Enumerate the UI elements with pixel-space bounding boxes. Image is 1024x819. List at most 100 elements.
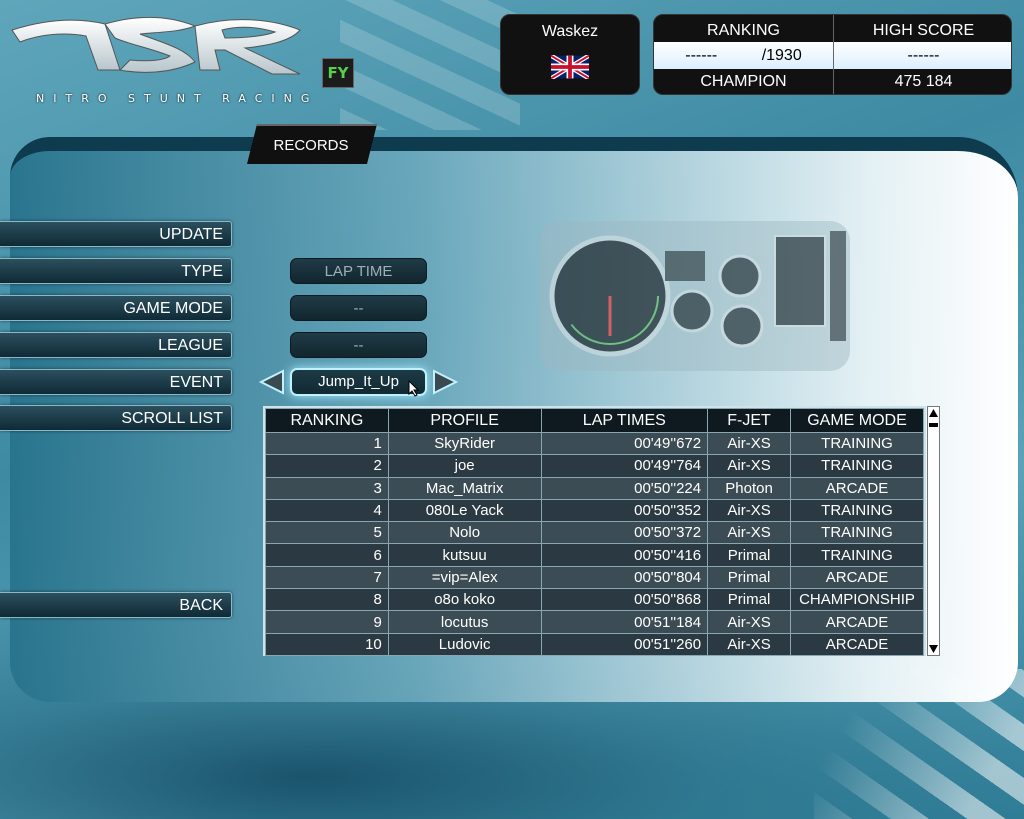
cell-lap-time: 00'49''764 — [540, 454, 709, 478]
cell-f-jet: Photon — [707, 476, 791, 500]
table-row[interactable]: 7 =vip=Alex 00'50''804 Primal ARCADE — [265, 565, 924, 590]
player-panel: Waskez — [500, 14, 640, 95]
cell-game-mode: ARCADE — [790, 476, 924, 500]
uk-flag-icon — [551, 55, 589, 79]
table-header-row: RANKING PROFILE LAP TIMES F-JET GAME MOD… — [265, 408, 924, 433]
cell-ranking: 10 — [265, 632, 389, 656]
cell-game-mode: TRAINING — [790, 498, 924, 523]
mouse-cursor-icon — [408, 380, 420, 397]
cell-game-mode: TRAINING — [790, 543, 924, 567]
cell-ranking: 3 — [265, 476, 389, 500]
ranking-value: ------ /1930 — [685, 47, 802, 64]
player-name: Waskez — [541, 23, 599, 40]
score-divider — [833, 15, 834, 94]
cell-ranking: 7 — [265, 565, 389, 590]
cell-profile: joe — [387, 454, 542, 478]
cell-f-jet: Air-XS — [707, 610, 791, 634]
table-row[interactable]: 4 080Le Yack 00'50''352 Air-XS TRAINING — [265, 498, 924, 523]
cell-profile: SkyRider — [387, 431, 542, 456]
cell-lap-time: 00'49''672 — [540, 431, 709, 456]
cell-profile: locutus — [387, 610, 542, 634]
cell-game-mode: TRAINING — [790, 521, 924, 545]
ranking-label: RANKING — [707, 22, 780, 39]
table-row[interactable]: 3 Mac_Matrix 00'50''224 Photon ARCADE — [265, 476, 924, 500]
type-button[interactable]: TYPE — [0, 258, 232, 284]
tab-records-label: RECORDS — [273, 137, 350, 154]
logo-subtitle: NITRO STUNT RACING — [36, 92, 319, 105]
cell-profile: 080Le Yack — [387, 498, 542, 523]
tab-records[interactable]: RECORDS — [247, 124, 377, 164]
cell-lap-time: 00'50''352 — [540, 498, 709, 523]
game-mode-value[interactable]: -- — [290, 295, 427, 321]
event-next-arrow-icon[interactable] — [431, 369, 459, 395]
column-header-lap-times[interactable]: LAP TIMES — [540, 408, 709, 433]
cell-ranking: 4 — [265, 498, 389, 523]
cell-lap-time: 00'50''804 — [540, 565, 709, 590]
cell-lap-time: 00'50''224 — [540, 476, 709, 500]
table-row[interactable]: 8 o8o koko 00'50''868 Primal CHAMPIONSHI… — [265, 588, 924, 612]
cell-profile: =vip=Alex — [387, 565, 542, 590]
cell-f-jet: Air-XS — [707, 498, 791, 523]
cell-f-jet: Air-XS — [707, 632, 791, 656]
cell-profile: o8o koko — [387, 588, 542, 612]
column-header-f-jet[interactable]: F-JET — [707, 408, 791, 433]
column-header-ranking[interactable]: RANKING — [265, 408, 389, 433]
cell-lap-time: 00'51''260 — [540, 632, 709, 656]
table-row[interactable]: 6 kutsuu 00'50''416 Primal TRAINING — [265, 543, 924, 567]
cell-game-mode: TRAINING — [790, 431, 924, 456]
cell-game-mode: TRAINING — [790, 454, 924, 478]
records-table: RANKING PROFILE LAP TIMES F-JET GAME MOD… — [263, 406, 926, 656]
cell-profile: kutsuu — [387, 543, 542, 567]
cell-game-mode: ARCADE — [790, 632, 924, 656]
cell-ranking: 8 — [265, 588, 389, 612]
cell-ranking: 2 — [265, 454, 389, 478]
cell-lap-time: 00'50''372 — [540, 521, 709, 545]
scroll-up-arrow-icon[interactable] — [928, 407, 939, 421]
event-value[interactable]: Jump_It_Up — [290, 368, 427, 396]
table-row[interactable]: 5 Nolo 00'50''372 Air-XS TRAINING — [265, 521, 924, 545]
scroll-down-arrow-icon[interactable] — [928, 641, 939, 655]
column-header-profile[interactable]: PROFILE — [387, 408, 542, 433]
league-value[interactable]: -- — [290, 332, 427, 358]
table-row[interactable]: 10 Ludovic 00'51''260 Air-XS ARCADE — [265, 632, 924, 656]
cell-f-jet: Primal — [707, 543, 791, 567]
cell-game-mode: CHAMPIONSHIP — [790, 588, 924, 612]
cell-profile: Mac_Matrix — [387, 476, 542, 500]
fy-badge-icon: FY — [322, 58, 354, 88]
cell-f-jet: Primal — [707, 565, 791, 590]
scroll-thumb[interactable] — [929, 423, 938, 427]
cell-ranking: 1 — [265, 431, 389, 456]
dashboard-background-art — [540, 221, 850, 371]
table-row[interactable]: 9 locutus 00'51''184 Air-XS ARCADE — [265, 610, 924, 634]
event-prev-arrow-icon[interactable] — [258, 369, 286, 395]
champion-title: CHAMPION — [700, 73, 787, 90]
league-button[interactable]: LEAGUE — [0, 332, 232, 358]
cell-f-jet: Air-XS — [707, 454, 791, 478]
cell-game-mode: ARCADE — [790, 565, 924, 590]
cell-ranking: 5 — [265, 521, 389, 545]
cell-lap-time: 00'51''184 — [540, 610, 709, 634]
cell-profile: Ludovic — [387, 632, 542, 656]
cell-f-jet: Air-XS — [707, 431, 791, 456]
table-row[interactable]: 1 SkyRider 00'49''672 Air-XS TRAINING — [265, 431, 924, 456]
cell-lap-time: 00'50''868 — [540, 588, 709, 612]
game-logo: NITRO STUNT RACING — [10, 12, 360, 105]
score-panel: RANKING HIGH SCORE ------ /1930 ------ C… — [653, 14, 1012, 95]
event-button[interactable]: EVENT — [0, 369, 232, 395]
nsr-logo-icon — [11, 17, 301, 75]
cell-f-jet: Primal — [707, 588, 791, 612]
back-button[interactable]: BACK — [0, 592, 232, 618]
column-header-game-mode[interactable]: GAME MODE — [790, 408, 924, 433]
cell-profile: Nolo — [387, 521, 542, 545]
champion-score: 475 184 — [894, 73, 953, 90]
type-value[interactable]: LAP TIME — [290, 258, 427, 284]
table-scrollbar[interactable] — [927, 406, 940, 656]
cell-f-jet: Air-XS — [707, 521, 791, 545]
update-button[interactable]: UPDATE — [0, 221, 232, 247]
table-row[interactable]: 2 joe 00'49''764 Air-XS TRAINING — [265, 454, 924, 478]
high-score-value: ------ — [907, 47, 940, 64]
scroll-list-button[interactable]: SCROLL LIST — [0, 405, 232, 431]
cell-ranking: 9 — [265, 610, 389, 634]
game-mode-button[interactable]: GAME MODE — [0, 295, 232, 321]
high-score-label: HIGH SCORE — [872, 22, 975, 39]
